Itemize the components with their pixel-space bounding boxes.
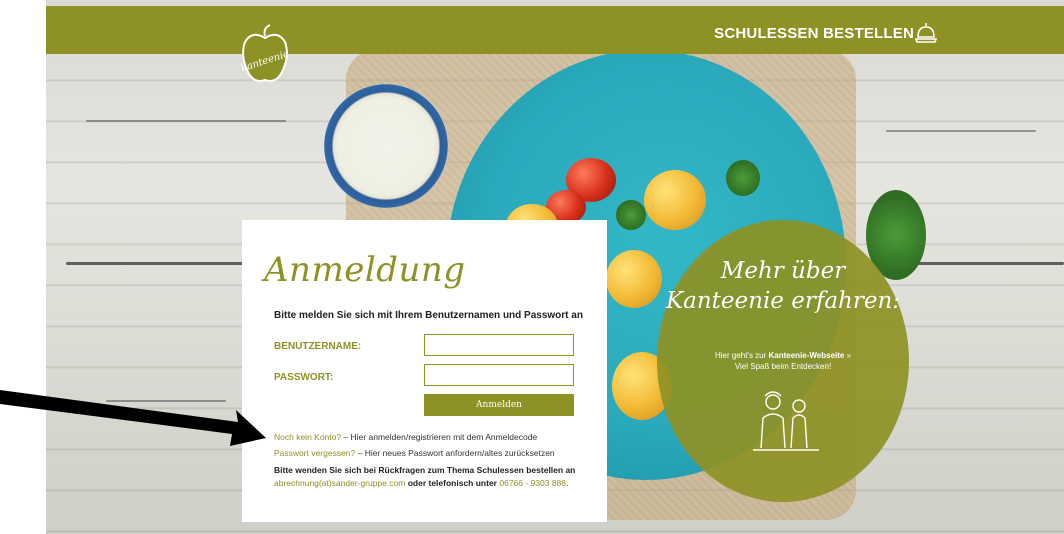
- contact-info: Bitte wenden Sie sich bei Rückfragen zum…: [274, 464, 584, 490]
- contact-mid: oder telefonisch unter: [405, 478, 500, 488]
- username-input[interactable]: [424, 334, 574, 356]
- contact-end: .: [566, 478, 569, 488]
- apple-logo-icon[interactable]: kanteenie: [240, 24, 290, 86]
- info-text-suffix: »: [844, 351, 852, 360]
- order-school-meals-link[interactable]: SCHULESSEN BESTELLEN: [714, 25, 914, 42]
- login-submit-button[interactable]: Anmelden: [424, 394, 574, 416]
- contact-prefix: Bitte wenden Sie sich bei Rückfragen zum…: [274, 465, 576, 475]
- info-title: Mehr über Kanteenie erfahren:: [657, 256, 909, 316]
- more-info-circle[interactable]: Mehr über Kanteenie erfahren: Hier geht'…: [657, 220, 909, 502]
- forgot-password-text[interactable]: – Hier neues Passwort anfordern/altes zu…: [355, 448, 555, 458]
- info-title-line2: Kanteenie erfahren:: [665, 288, 901, 314]
- password-input[interactable]: [424, 364, 574, 386]
- info-text-line2: Viel Spaß beim Entdecken!: [734, 362, 832, 371]
- arrow-pointer-icon: [0, 390, 266, 446]
- herb-image: [616, 200, 646, 230]
- register-text[interactable]: – Hier anmelden/registrieren mit dem Anm…: [341, 432, 537, 442]
- wood-crack: [86, 120, 286, 122]
- wood-crack: [886, 130, 1036, 132]
- info-text-prefix: Hier geht's zur: [714, 351, 769, 360]
- register-line: Noch kein Konto? – Hier anmelden/registr…: [274, 432, 537, 442]
- info-title-line1: Mehr über: [720, 258, 846, 284]
- login-title: Anmeldung: [264, 250, 466, 290]
- forgot-password-line: Passwort vergessen? – Hier neues Passwor…: [274, 448, 555, 458]
- header-bar: SCHULESSEN BESTELLEN: [46, 6, 1064, 54]
- page-frame: SCHULESSEN BESTELLEN kanteenie Anmeldung…: [46, 0, 1064, 534]
- falafel-image: [644, 170, 706, 230]
- chefs-illustration-icon: [753, 391, 819, 451]
- username-label: BENUTZERNAME:: [274, 341, 362, 352]
- contact-phone-link[interactable]: 06766 - 9303 888: [499, 478, 566, 488]
- login-card: Anmeldung Bitte melden Sie sich mit Ihre…: [242, 220, 607, 522]
- kanteenie-website-link[interactable]: Kanteenie-Webseite: [769, 351, 845, 360]
- dip-bowl-image: [324, 84, 448, 208]
- falafel-image: [606, 250, 662, 308]
- cloche-icon[interactable]: [914, 21, 938, 45]
- login-intro-text: Bitte melden Sie sich mit Ihrem Benutzer…: [274, 310, 583, 321]
- contact-email-link[interactable]: abrechnung(at)sander-gruppe.com: [274, 478, 405, 488]
- info-text: Hier geht's zur Kanteenie-Webseite » Vie…: [657, 350, 909, 372]
- herb-image: [726, 160, 760, 196]
